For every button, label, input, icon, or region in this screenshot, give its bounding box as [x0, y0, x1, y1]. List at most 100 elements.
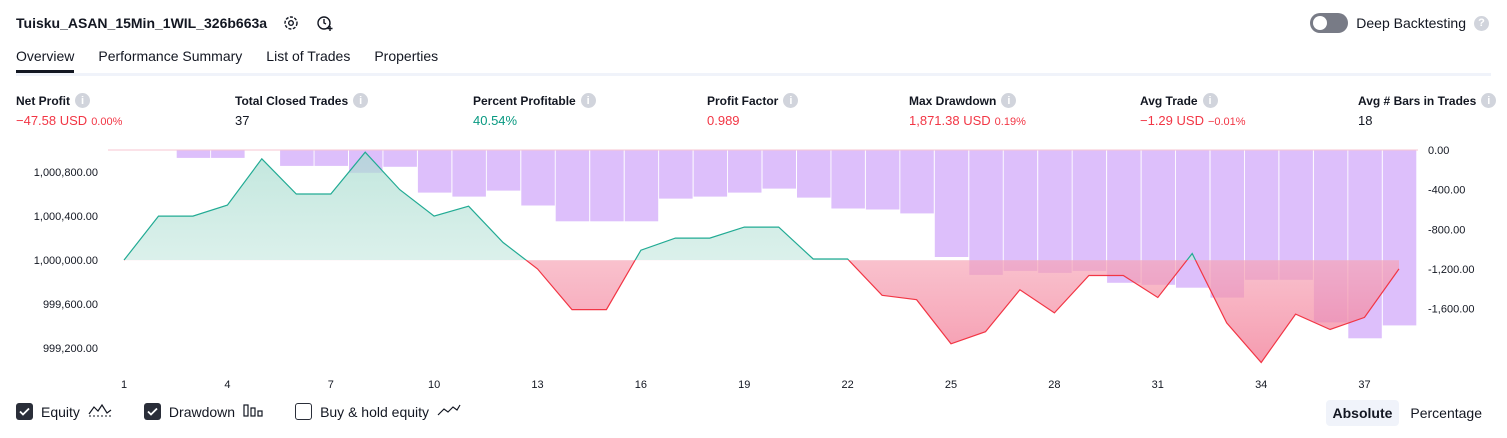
- deep-backtesting-label: Deep Backtesting: [1356, 15, 1466, 31]
- drawdown-bar: [176, 150, 211, 158]
- help-icon[interactable]: ?: [1474, 15, 1489, 31]
- gear-icon[interactable]: [281, 13, 301, 33]
- tabs-divider: [16, 73, 1491, 76]
- legend-drawdown[interactable]: Drawdown: [143, 403, 263, 420]
- x-axis-tick: 10: [428, 379, 440, 391]
- right-axis-tick: -1,200.00: [1428, 264, 1474, 276]
- info-icon[interactable]: i: [1001, 93, 1017, 108]
- info-icon[interactable]: i: [1481, 93, 1497, 108]
- x-axis-tick: 37: [1358, 379, 1370, 391]
- metric-label: Total Closed Trades: [235, 93, 349, 108]
- info-icon[interactable]: i: [783, 93, 799, 108]
- info-icon[interactable]: i: [580, 93, 596, 108]
- tab-performance-summary[interactable]: Performance Summary: [98, 48, 242, 73]
- max-drawdown-value: 1,871.38 USD: [909, 113, 991, 128]
- drawdown-bar: [728, 150, 762, 193]
- equity-drawdown-chart: 1,000,800.00 1,000,400.00 1,000,000.00 999,…: [34, 145, 1475, 391]
- report-tabs: Overview Performance Summary List of Tra…: [16, 48, 438, 73]
- right-axis-tick: -1,600.00: [1428, 304, 1474, 316]
- drawdown-bar: [624, 150, 659, 222]
- metric-label: Max Drawdown: [909, 93, 997, 108]
- left-axis-tick: 1,000,000.00: [34, 255, 98, 267]
- profit-factor-value: 0.989: [707, 113, 740, 128]
- value-mode-switch: Absolute Percentage: [1325, 400, 1490, 426]
- net-profit-value: −47.58 USD: [16, 113, 88, 128]
- strategy-header: Tuisku_ASAN_15Min_1WIL_326b663a: [16, 13, 335, 33]
- percentage-button[interactable]: Percentage: [1403, 400, 1489, 426]
- net-profit-pct: 0.00%: [91, 116, 123, 128]
- add-alert-icon[interactable]: [315, 13, 335, 33]
- info-icon[interactable]: i: [353, 93, 369, 108]
- drawdown-bar: [659, 150, 693, 199]
- buy-hold-checkbox[interactable]: [295, 403, 313, 420]
- drawdown-bar: [280, 150, 314, 166]
- metric-label: Net Profit: [16, 93, 70, 108]
- tab-overview[interactable]: Overview: [16, 48, 75, 73]
- drawdown-checkbox[interactable]: [143, 403, 161, 420]
- left-axis-tick: 999,600.00: [43, 299, 98, 311]
- metric-label: Profit Factor: [707, 93, 779, 108]
- drawdown-bar: [314, 150, 348, 166]
- legend-buy-hold[interactable]: Buy & hold equity: [295, 403, 461, 420]
- metric-total-closed-trades: Total Closed Trades i 37: [235, 93, 369, 128]
- metric-profit-factor: Profit Factor i 0.989: [707, 93, 799, 128]
- tab-properties[interactable]: Properties: [374, 48, 438, 73]
- drawdown-bar: [865, 150, 900, 210]
- x-axis-tick: 16: [635, 379, 647, 391]
- drawdown-bar: [521, 150, 555, 206]
- x-axis-tick: 7: [328, 379, 334, 391]
- drawdown-bar: [934, 150, 969, 257]
- drawdown-bar: [1382, 150, 1417, 326]
- info-icon[interactable]: i: [1202, 93, 1218, 108]
- drawdown-bar: [969, 150, 1003, 275]
- drawdown-bar: [1072, 150, 1107, 271]
- x-axis-tick: 25: [945, 379, 957, 391]
- legend-label: Buy & hold equity: [320, 403, 430, 420]
- drawdown-bar: [452, 150, 486, 197]
- drawdown-bar: [831, 150, 865, 209]
- x-axis-tick: 22: [841, 379, 853, 391]
- drawdown-bar: [211, 150, 245, 158]
- avg-bars-value: 18: [1358, 113, 1373, 128]
- deep-backtesting-toggle[interactable]: [1310, 13, 1349, 33]
- info-icon[interactable]: i: [75, 93, 90, 108]
- drawdown-bars-icon: [243, 403, 263, 420]
- drawdown-bar: [486, 150, 521, 191]
- legend-label: Drawdown: [168, 403, 236, 420]
- tab-list-of-trades[interactable]: List of Trades: [266, 48, 350, 73]
- drawdown-bar: [693, 150, 728, 197]
- x-axis-tick: 28: [1048, 379, 1060, 391]
- max-drawdown-pct: 0.19%: [994, 116, 1026, 128]
- metric-percent-profitable: Percent Profitable i 40.54%: [473, 93, 596, 128]
- legend-label: Equity: [41, 403, 80, 420]
- drawdown-bar: [555, 150, 590, 222]
- total-closed-trades-value: 37: [235, 113, 250, 128]
- equity-line-icon: [88, 403, 112, 420]
- right-axis-tick: -400.00: [1428, 185, 1465, 197]
- drawdown-bar: [1038, 150, 1072, 273]
- right-axis-tick: 0.00: [1428, 145, 1449, 157]
- drawdown-bar: [417, 150, 452, 193]
- drawdown-bar: [590, 150, 624, 222]
- strategy-title: Tuisku_ASAN_15Min_1WIL_326b663a: [16, 15, 268, 31]
- x-axis-tick: 4: [224, 379, 230, 391]
- x-axis-tick: 19: [738, 379, 750, 391]
- absolute-button[interactable]: Absolute: [1325, 400, 1400, 426]
- metric-label: Percent Profitable: [473, 93, 576, 108]
- metric-label: Avg Trade: [1140, 93, 1198, 108]
- drawdown-bar: [1003, 150, 1038, 271]
- left-axis-tick: 999,200.00: [43, 343, 98, 355]
- metric-max-drawdown: Max Drawdown i 1,871.38 USD 0.19%: [909, 93, 1026, 128]
- metric-net-profit: Net Profit i −47.58 USD 0.00%: [16, 93, 122, 128]
- legend-equity[interactable]: Equity: [16, 403, 112, 420]
- equity-checkbox[interactable]: [16, 403, 33, 420]
- deep-backtesting-control: Deep Backtesting ?: [1310, 13, 1489, 33]
- right-axis-tick: -800.00: [1428, 224, 1465, 236]
- metric-avg-bars: Avg # Bars in Trades i 18: [1358, 93, 1497, 128]
- avg-trade-value: −1.29 USD: [1140, 113, 1204, 128]
- left-axis-tick: 1,000,400.00: [34, 211, 98, 223]
- x-axis-tick: 34: [1255, 379, 1267, 391]
- x-axis-tick: 31: [1152, 379, 1164, 391]
- left-axis-tick: 1,000,800.00: [34, 167, 98, 179]
- chart-legend: Equity Drawdown Buy & hold equity: [16, 403, 461, 420]
